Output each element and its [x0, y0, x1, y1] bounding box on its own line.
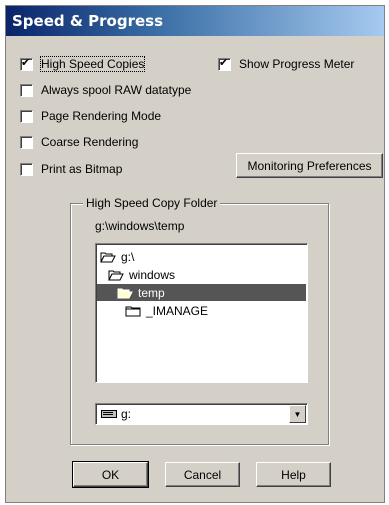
show-progress-meter-label: Show Progress Meter — [239, 57, 355, 71]
closed-folder-icon — [125, 306, 141, 316]
help-button-label: Help — [281, 467, 306, 482]
tree-item-label: temp — [138, 285, 165, 300]
tree-item-drive-root[interactable]: g:\ — [100, 248, 134, 265]
print-as-bitmap-check[interactable] — [20, 162, 33, 176]
dropdown-arrow-icon[interactable]: ▼ — [289, 405, 306, 423]
open-folder-icon — [100, 252, 116, 262]
coarse-rendering-label: Coarse Rendering — [41, 135, 139, 149]
show-progress-meter-check[interactable] — [218, 57, 231, 71]
high-speed-copies-checkbox[interactable]: High Speed Copies — [20, 56, 146, 72]
coarse-rendering-checkbox[interactable]: Coarse Rendering — [20, 134, 138, 150]
high-speed-copies-check[interactable] — [20, 57, 33, 71]
always-spool-raw-check[interactable] — [20, 83, 33, 97]
always-spool-raw-checkbox[interactable]: Always spool RAW datatype — [20, 82, 191, 98]
drive-value: g: — [121, 407, 132, 421]
tree-item-imanage[interactable]: _IMANAGE — [125, 302, 208, 319]
drive-select[interactable]: g: ▼ — [95, 403, 308, 425]
tree-item-windows[interactable]: windows — [108, 266, 175, 283]
high-speed-copies-text: High Speed Copies — [41, 57, 145, 71]
help-button[interactable]: Help — [256, 462, 331, 487]
page-rendering-mode-checkbox[interactable]: Page Rendering Mode — [20, 108, 161, 124]
group-title: High Speed Copy Folder — [83, 196, 221, 210]
ok-button[interactable]: OK — [72, 461, 149, 488]
open-folder-icon — [108, 270, 124, 280]
page-rendering-mode-label: Page Rendering Mode — [41, 109, 162, 123]
high-speed-copies-label: High Speed Copies — [39, 56, 146, 72]
print-as-bitmap-label: Print as Bitmap — [41, 162, 123, 176]
print-as-bitmap-checkbox[interactable]: Print as Bitmap — [20, 161, 122, 177]
drive-icon — [101, 410, 117, 418]
cancel-button[interactable]: Cancel — [165, 462, 240, 487]
tree-item-temp[interactable]: temp — [97, 284, 306, 301]
ok-button-label: OK — [101, 467, 120, 482]
tree-item-label: windows — [129, 267, 176, 282]
coarse-rendering-check[interactable] — [20, 135, 33, 149]
monitoring-preferences-button[interactable]: Monitoring Preferences — [236, 153, 383, 178]
dialog-title: Speed & Progress — [6, 6, 384, 36]
page-rendering-mode-check[interactable] — [20, 109, 33, 123]
show-progress-meter-checkbox[interactable]: Show Progress Meter — [218, 56, 354, 72]
dialog-content: High Speed Copies Show Progress Meter Al… — [6, 36, 384, 502]
tree-item-label: g:\ — [121, 249, 135, 264]
speed-progress-dialog: Speed & Progress High Speed Copies Show … — [5, 5, 385, 503]
always-spool-raw-label: Always spool RAW datatype — [41, 83, 192, 97]
cancel-button-label: Cancel — [183, 467, 222, 482]
open-folder-icon — [117, 288, 133, 298]
current-path-label: g:\windows\temp — [95, 219, 185, 233]
tree-item-label: _IMANAGE — [146, 303, 209, 318]
folder-tree[interactable]: g:\ windows temp _IMANAGE — [95, 243, 308, 383]
